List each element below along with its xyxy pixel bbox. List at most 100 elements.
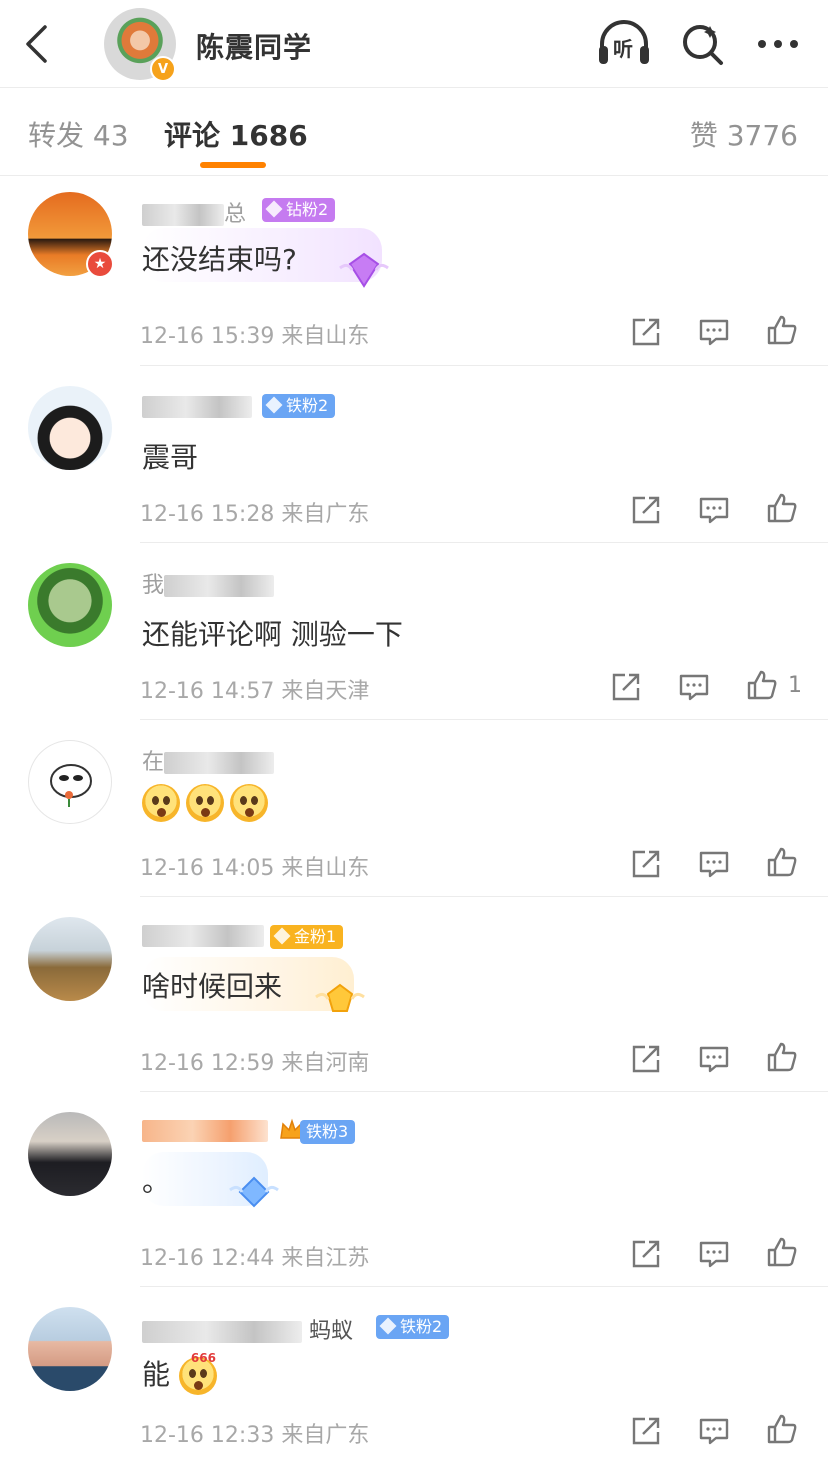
thumbs-up-icon [767,315,797,345]
active-tab-indicator [200,162,266,168]
reply-button[interactable] [694,1234,734,1274]
reply-button[interactable] [674,667,714,707]
comment-icon [699,319,729,346]
tab-comments[interactable]: 评论 1686 [164,114,308,154]
tab-likes[interactable]: 赞 3776 [690,114,798,154]
diamond-icon [379,1317,397,1335]
cartoon-face-icon [50,764,92,807]
commenter-avatar[interactable] [28,917,112,1001]
thumbs-up-icon [747,670,777,700]
more-button[interactable] [750,18,806,70]
commenter-avatar[interactable] [28,1112,112,1196]
fan-badge[interactable]: 铁粉3 [300,1120,356,1144]
share-button[interactable] [626,312,666,352]
commenter-name[interactable]: 总 [142,196,246,228]
commenter-avatar[interactable] [28,1307,112,1391]
back-icon [26,25,47,63]
comment-meta: 12-16 15:28 来自广东 [140,502,370,527]
like-button[interactable] [742,665,782,705]
thumbs-up-icon [767,493,797,523]
commenter-name[interactable] [142,923,264,948]
shocked-emoji-icon [142,784,180,822]
like-button[interactable] [762,488,802,528]
like-button[interactable] [762,842,802,882]
commenter-name[interactable] [142,1118,268,1143]
like-button[interactable] [762,1232,802,1272]
share-icon [632,1417,660,1445]
share-button[interactable] [626,844,666,884]
comment-icon [679,674,709,701]
like-button[interactable] [762,1037,802,1077]
comment-item: 蚂蚁 铁粉2 能 666 12-16 12:33 来自广东 [0,1287,828,1457]
comment-item: 铁粉2 震哥 12-16 15:28 来自广东 [0,366,828,543]
comment-icon [699,1418,729,1445]
comment-text: 震哥 [142,441,199,474]
share-button[interactable] [626,1411,666,1451]
comment-item: 铁粉3 。 12-16 12:44 来自江苏 [0,1092,828,1287]
comment-text: 啥时候回来 [142,970,283,1003]
share-button[interactable] [626,1039,666,1079]
diamond-icon [265,200,283,218]
page-title[interactable]: 陈震同学 [196,26,312,66]
share-icon [632,850,660,878]
commenter-name[interactable] [142,394,252,419]
share-button[interactable] [626,490,666,530]
tab-repost[interactable]: 转发 43 [28,114,129,154]
comment-item: 在 12-16 14:05 来自山东 [0,720,828,897]
share-button[interactable] [626,1234,666,1274]
comment-icon [699,1046,729,1073]
thumbs-up-icon [767,1414,797,1444]
gold-gem-decoration-icon [315,983,365,1012]
comment-meta: 12-16 14:57 来自天津 [140,679,370,704]
verified-badge: V [150,56,176,82]
reply-button[interactable] [694,312,734,352]
reply-button[interactable] [694,490,734,530]
like-count: 1 [788,673,802,698]
share-button[interactable] [606,667,646,707]
comment-text: 还没结束吗? [142,243,297,276]
top-bar: V 陈震同学 听 [0,0,828,88]
thumbs-up-icon [767,1042,797,1072]
like-button[interactable] [762,310,802,350]
diamond-icon [265,396,283,414]
comment-item: 我 还能评论啊 测验一下 12-16 14:57 来自天津 1 [0,543,828,720]
commenter-avatar[interactable] [28,740,112,824]
fan-badge[interactable]: 铁粉2 [262,394,336,418]
fan-badge[interactable]: 铁粉2 [376,1315,450,1339]
share-icon [632,318,660,346]
blue-gem-decoration-icon [229,1176,279,1208]
commenter-name[interactable]: 蚂蚁 [142,1313,353,1345]
commenter-name[interactable]: 在 [142,744,275,776]
share-icon [632,1045,660,1073]
listen-label: 听 [613,37,633,61]
tab-bar: 转发 43 评论 1686 赞 3776 [0,88,828,176]
thumbs-up-icon [767,847,797,877]
comment-text: 还能评论啊 测验一下 [142,618,403,651]
comment-meta: 12-16 12:33 来自广东 [140,1423,370,1448]
back-button[interactable] [16,20,56,68]
shocked-emoji-icon [186,784,224,822]
commenter-avatar[interactable] [28,563,112,647]
share-icon [612,673,640,701]
member-badge-icon: ★ [86,250,114,278]
comment-item: ★ 总 钻粉2 还没结束吗? 12-16 15:39 来自山东 [0,176,828,366]
comment-icon [699,497,729,524]
reply-button[interactable] [694,1411,734,1451]
comment-meta: 12-16 14:05 来自山东 [140,856,370,881]
reply-button[interactable] [694,1039,734,1079]
search-button[interactable] [674,18,730,70]
share-icon [632,1240,660,1268]
commenter-name[interactable]: 我 [142,567,275,599]
share-icon [632,496,660,524]
comment-icon [699,1241,729,1268]
fan-badge[interactable]: 金粉1 [270,925,344,949]
search-icon [683,25,723,65]
listen-button[interactable]: 听 [596,18,652,70]
shocked-emoji-icon [230,784,268,822]
diamond-icon [273,927,291,945]
comment-meta: 12-16 12:44 来自江苏 [140,1246,370,1271]
reply-button[interactable] [694,844,734,884]
like-button[interactable] [762,1409,802,1449]
fan-badge[interactable]: 钻粉2 [262,198,336,222]
commenter-avatar[interactable] [28,386,112,470]
